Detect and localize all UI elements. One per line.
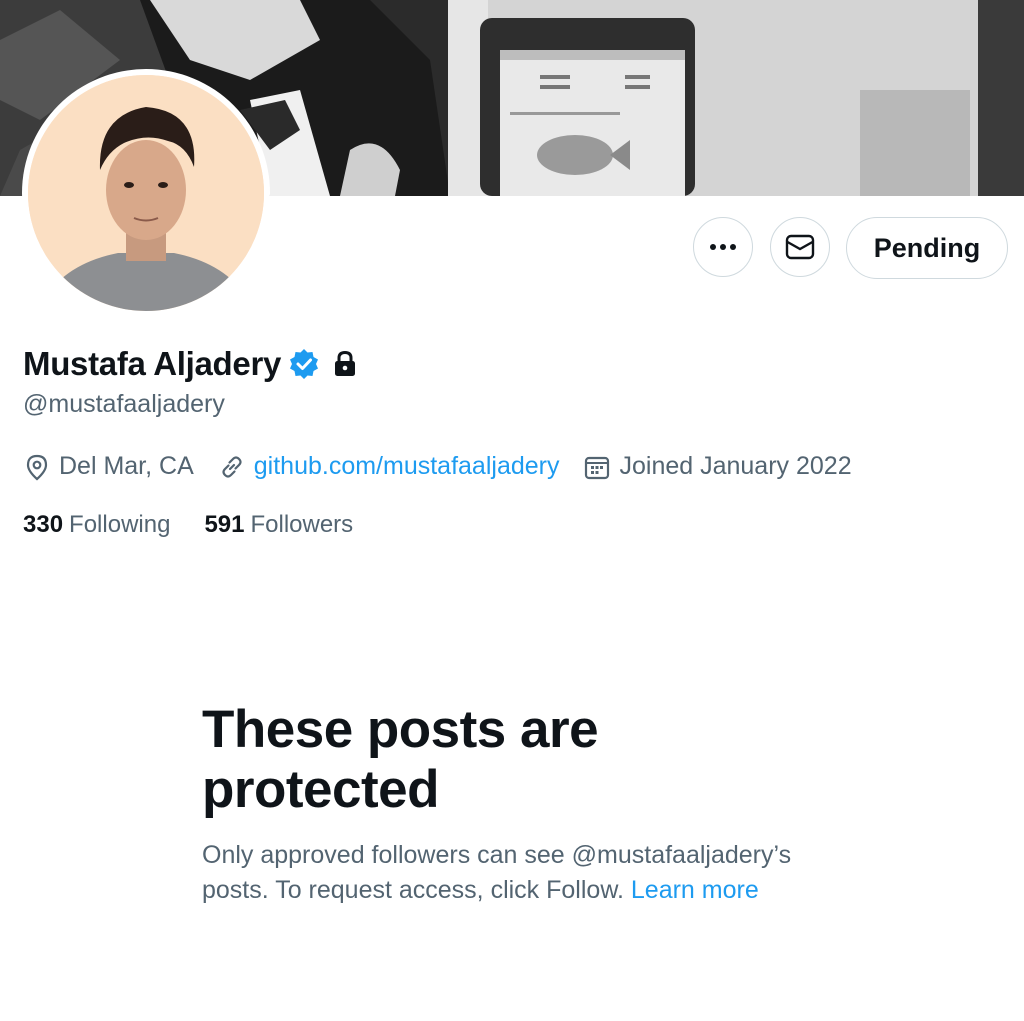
avatar-photo: [28, 75, 264, 311]
followers-label: Followers: [250, 511, 354, 538]
joined-item: Joined January 2022: [583, 452, 852, 481]
profile-meta: Del Mar, CA github.com/mustafaaljadery J…: [23, 452, 852, 481]
learn-more-link[interactable]: Learn more: [631, 876, 759, 904]
verified-badge-icon[interactable]: [289, 349, 319, 379]
following-count: 330: [23, 511, 64, 538]
display-name: Mustafa Aljadery: [23, 345, 282, 382]
profile-name-row: Mustafa Aljadery: [23, 342, 357, 386]
avatar[interactable]: [22, 69, 270, 317]
pending-button[interactable]: Pending: [846, 217, 1008, 279]
location-item: Del Mar, CA: [23, 452, 194, 481]
protected-title: These posts are protected: [202, 700, 599, 819]
more-options-button[interactable]: [693, 217, 753, 277]
follow-counts: 330 Following 591 Followers: [23, 511, 353, 539]
website-link[interactable]: github.com/mustafaaljadery: [254, 452, 560, 481]
more-horizontal-icon: [710, 244, 736, 250]
following-label: Following: [69, 511, 171, 538]
envelope-icon: [785, 234, 815, 260]
lock-icon: [333, 351, 357, 377]
website-item[interactable]: github.com/mustafaaljadery: [218, 452, 560, 481]
joined-text: Joined January 2022: [619, 452, 852, 480]
location-pin-icon: [26, 454, 48, 480]
following-link[interactable]: 330 Following: [23, 511, 170, 539]
location-text: Del Mar, CA: [59, 452, 194, 480]
profile-handle: @mustafaaljadery: [23, 390, 225, 418]
link-icon: [222, 455, 242, 478]
followers-link[interactable]: 591 Followers: [204, 511, 353, 539]
message-button[interactable]: [770, 217, 830, 277]
followers-count: 591: [204, 511, 245, 538]
protected-body: Only approved followers can see @mustafa…: [202, 838, 842, 908]
calendar-icon: [585, 456, 610, 479]
